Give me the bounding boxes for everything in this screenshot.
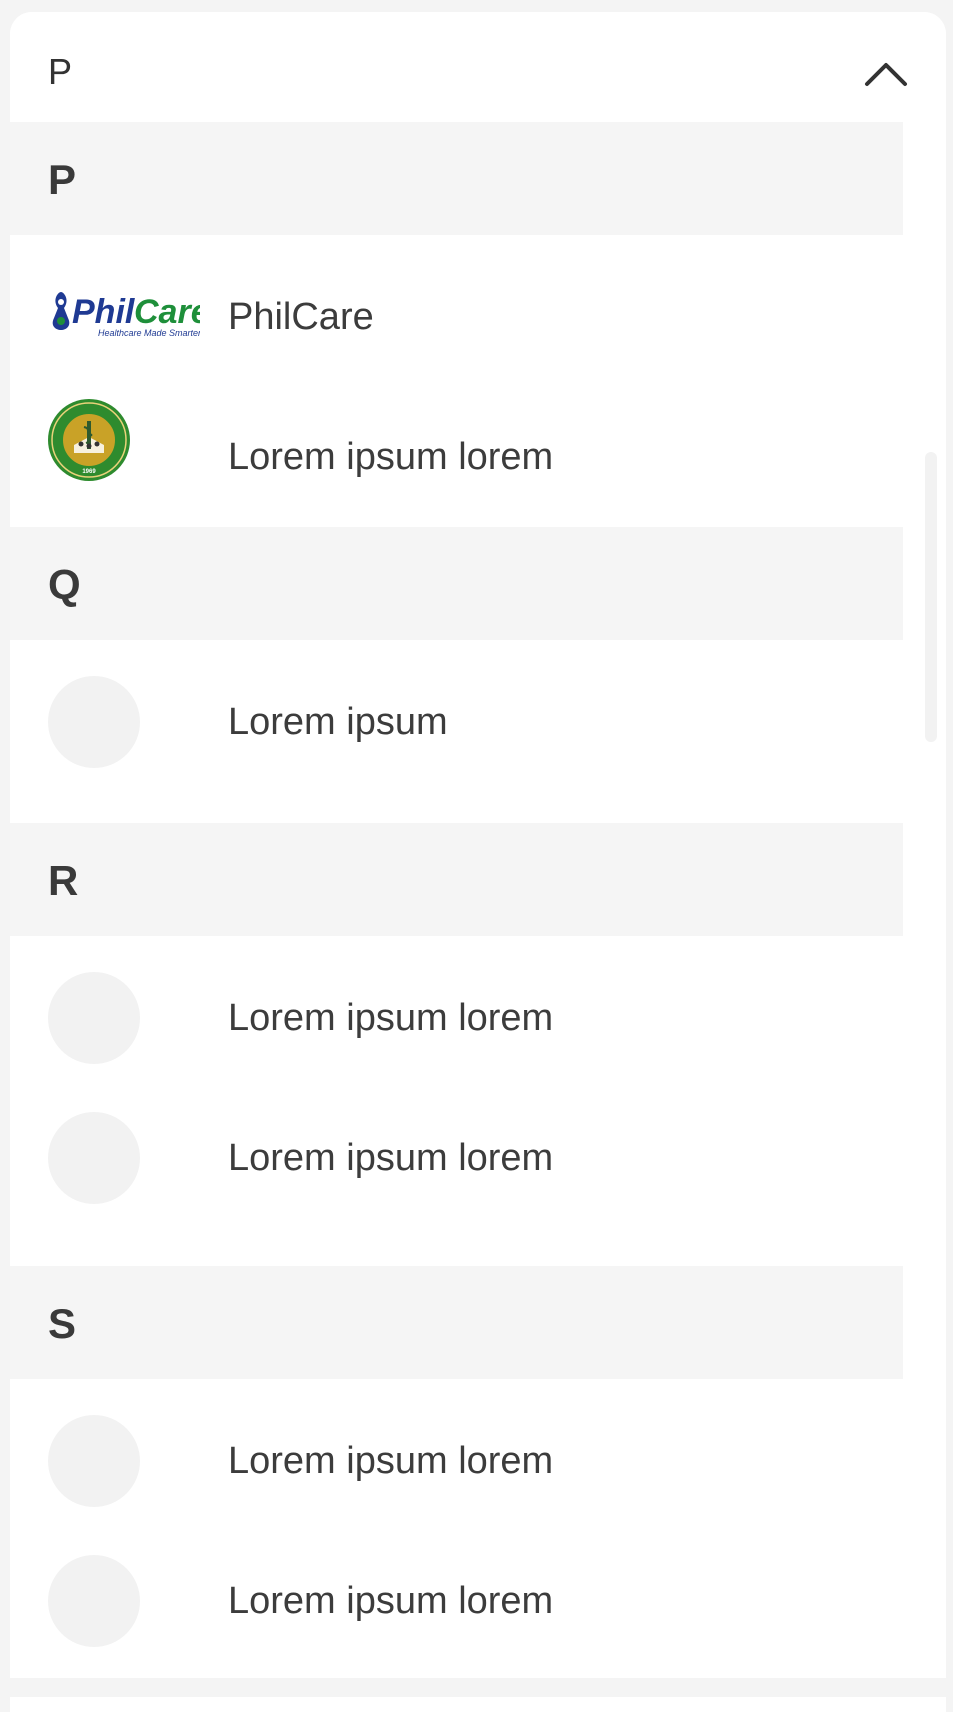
item-label: Lorem ipsum: [228, 701, 448, 743]
list-item[interactable]: Lorem ipsum: [10, 652, 903, 792]
selected-value: P: [48, 51, 73, 92]
philcare-logo-icon: Phil Care Healthcare Made Smarter: [52, 292, 200, 338]
page-bottom-edge: [0, 1678, 953, 1697]
section-letter: R: [48, 857, 79, 904]
item-label: Lorem ipsum lorem: [228, 1440, 554, 1482]
pafp-seal-logo-icon: 1969: [48, 399, 130, 481]
list-item[interactable]: Lorem ipsum lorem: [10, 948, 903, 1088]
item-label: Lorem ipsum lorem: [228, 1580, 554, 1622]
section-header-s: S: [10, 1266, 903, 1379]
list-item-philcare[interactable]: Phil Care Healthcare Made Smarter PhilCa…: [10, 247, 903, 387]
insurer-dropdown: P P Phil Care Healthcare Made Smarter Ph…: [10, 12, 946, 1712]
svg-text:Healthcare Made Smarter: Healthcare Made Smarter: [98, 328, 200, 338]
item-label: PhilCare: [228, 296, 374, 338]
chevron-up-icon[interactable]: [864, 58, 908, 88]
list-item[interactable]: Lorem ipsum lorem: [10, 1531, 903, 1671]
section-letter: S: [48, 1300, 77, 1347]
avatar-placeholder: [48, 676, 140, 768]
section-letter: P: [48, 156, 77, 203]
avatar-placeholder: [48, 972, 140, 1064]
scrollbar-thumb[interactable]: [925, 452, 937, 742]
section-letter: Q: [48, 561, 81, 608]
avatar-placeholder: [48, 1415, 140, 1507]
avatar-placeholder: [48, 1555, 140, 1647]
list-item-pafp[interactable]: 1969 Lorem ipsum lorem: [10, 387, 903, 527]
svg-text:1969: 1969: [82, 469, 96, 475]
svg-text:Phil: Phil: [72, 293, 136, 331]
section-header-q: Q: [10, 527, 903, 640]
section-header-r: R: [10, 823, 903, 936]
item-label: Lorem ipsum lorem: [228, 436, 554, 478]
option-list: P Phil Care Healthcare Made Smarter Phil…: [10, 122, 903, 1671]
list-item[interactable]: Lorem ipsum lorem: [10, 1088, 903, 1228]
item-label: Lorem ipsum lorem: [228, 1137, 554, 1179]
avatar-placeholder: [48, 1112, 140, 1204]
item-label: Lorem ipsum lorem: [228, 997, 554, 1039]
list-item[interactable]: Lorem ipsum lorem: [10, 1391, 903, 1531]
svg-text:Care: Care: [134, 293, 200, 331]
section-header-p: P: [10, 122, 903, 235]
dropdown-header[interactable]: P: [10, 12, 946, 122]
